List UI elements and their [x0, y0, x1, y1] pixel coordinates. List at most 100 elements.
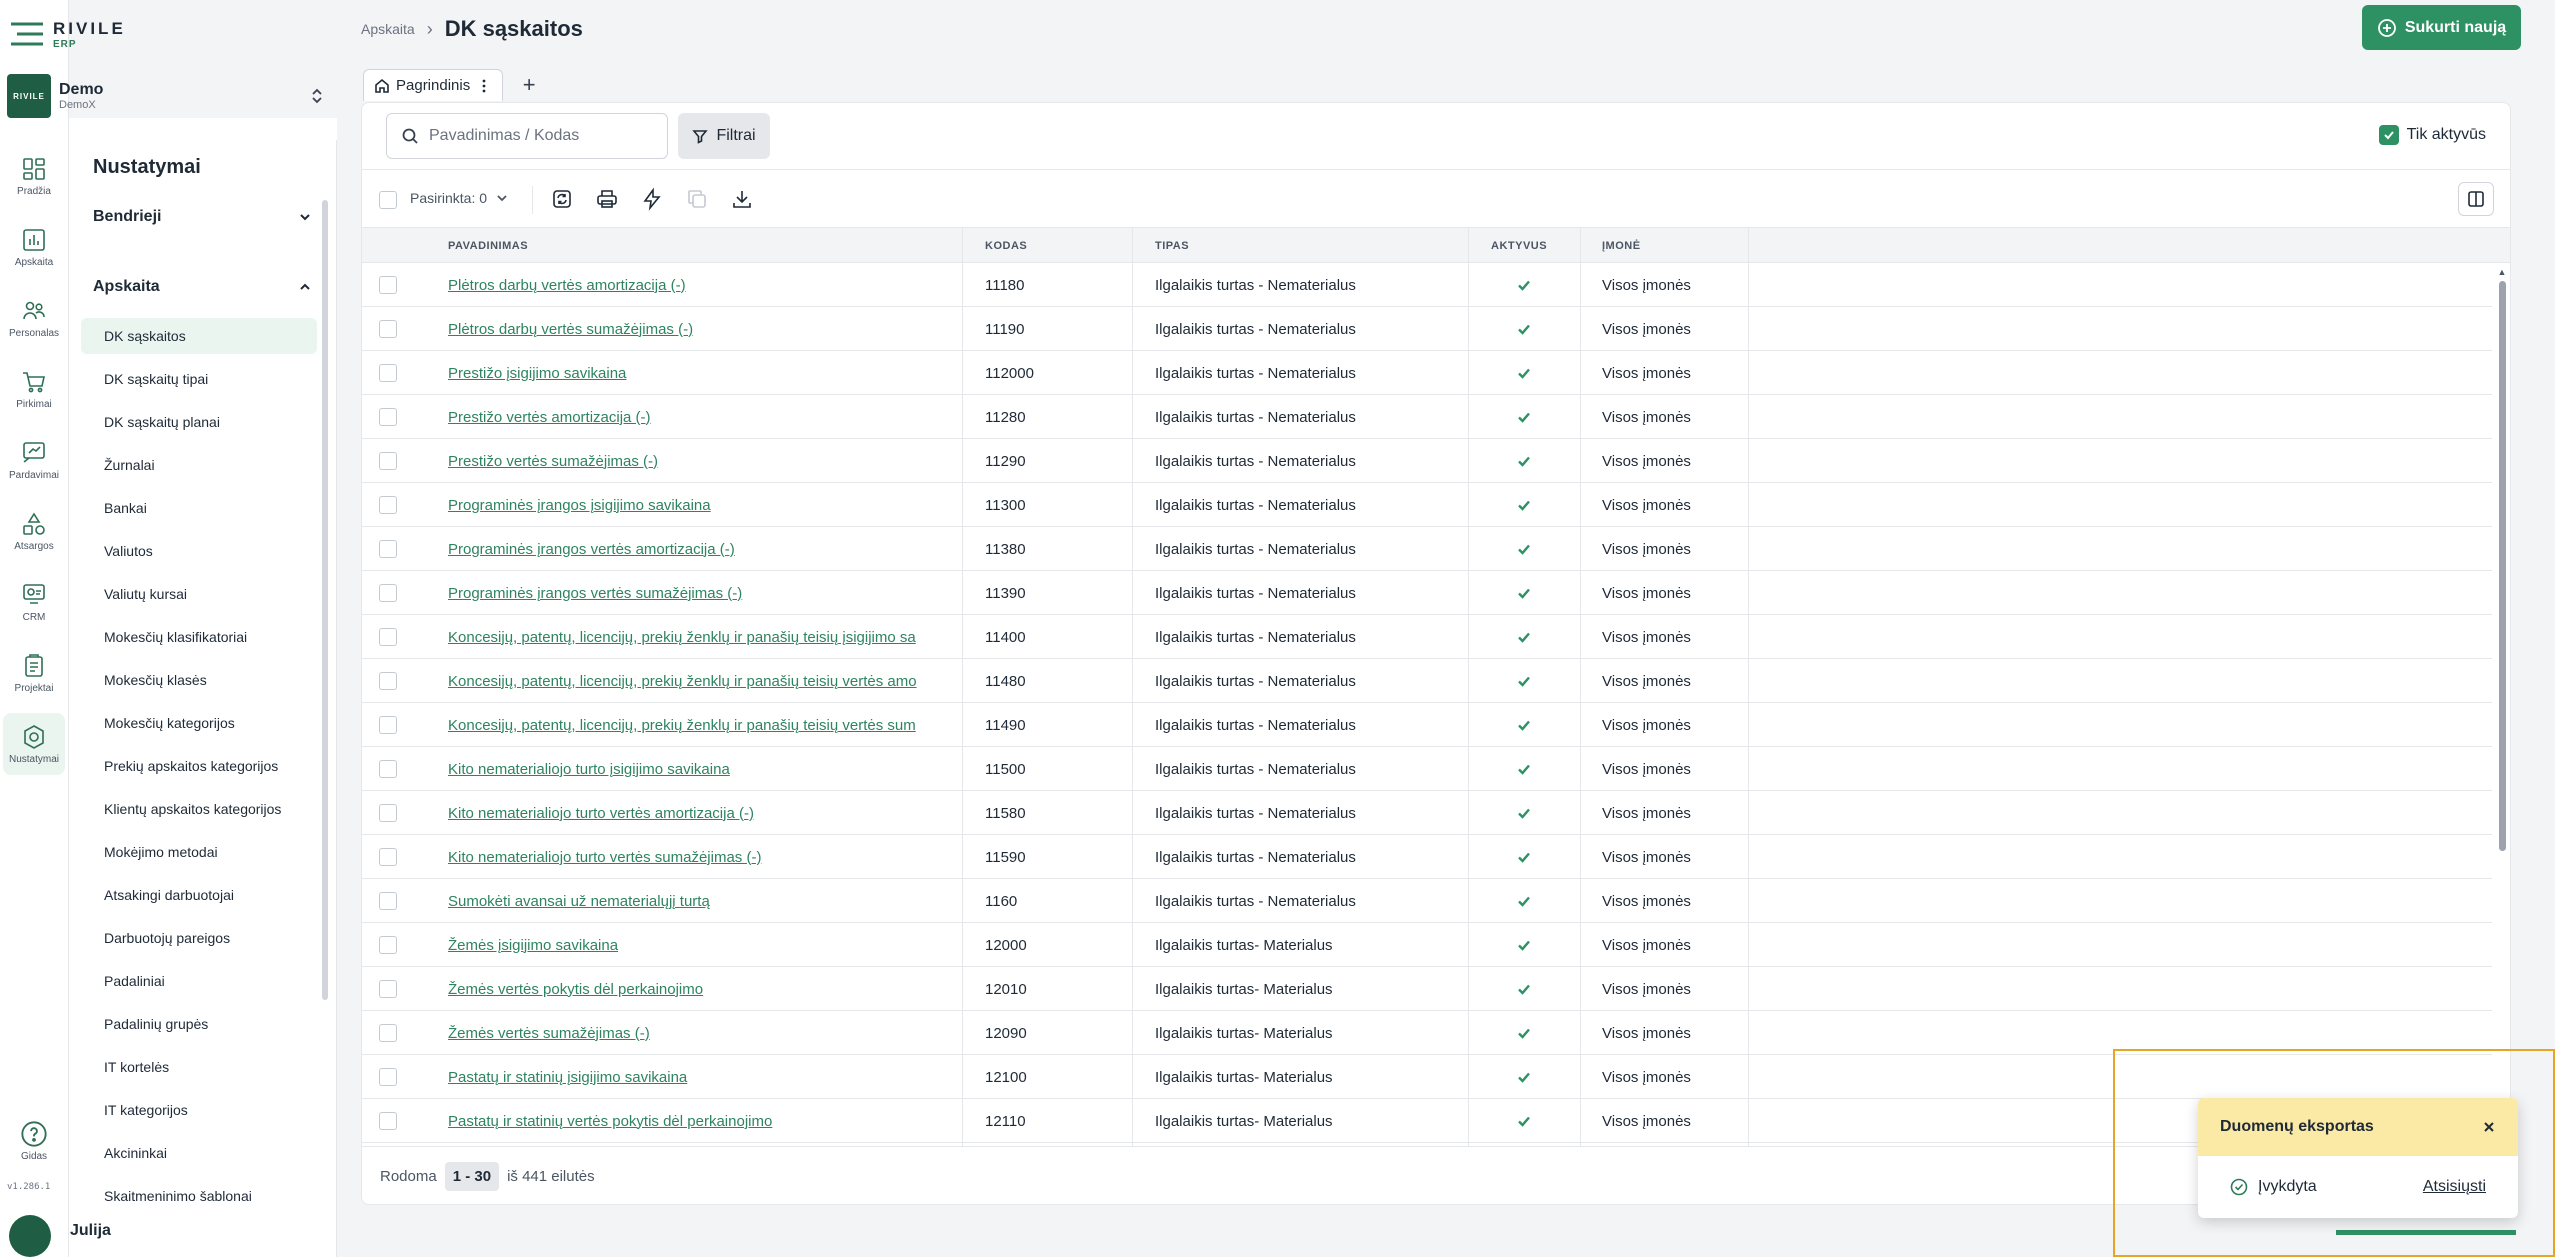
- section-apskaita[interactable]: Apskaita: [93, 272, 313, 302]
- settings-item[interactable]: IT kategorijos: [81, 1092, 317, 1128]
- row-checkbox[interactable]: [379, 320, 397, 338]
- section-bendrieji[interactable]: Bendrieji: [93, 202, 313, 232]
- table-row[interactable]: Žemės įsigijimo savikaina 12000 Ilgalaikis…: [362, 923, 2492, 967]
- user-avatar[interactable]: [9, 1215, 51, 1257]
- table-row[interactable]: Koncesijų, patentų, licencijų, prekių že…: [362, 659, 2492, 703]
- rail-item-help[interactable]: Gidas: [3, 1110, 65, 1172]
- row-checkbox[interactable]: [379, 1024, 397, 1042]
- settings-item[interactable]: Padalinių grupės: [81, 1006, 317, 1042]
- rail-item-crm[interactable]: CRM: [3, 571, 65, 633]
- account-name-link[interactable]: Prestižo vertės sumažėjimas (-): [448, 439, 954, 483]
- rail-item-atsargos[interactable]: Atsargos: [3, 500, 65, 562]
- table-row[interactable]: Koncesijų, patentų, licencijų, prekių že…: [362, 615, 2492, 659]
- settings-item[interactable]: DK sąskaitos: [81, 318, 317, 354]
- scrollbar-thumb[interactable]: [2499, 281, 2506, 851]
- settings-item[interactable]: Žurnalai: [81, 447, 317, 483]
- row-checkbox[interactable]: [379, 760, 397, 778]
- table-row[interactable]: Prestižo įsigijimo savikaina 112000 Ilgala…: [362, 351, 2492, 395]
- search-box[interactable]: [386, 113, 668, 159]
- table-row[interactable]: Programinės įrangos įsigijimo savikaina 1…: [362, 483, 2492, 527]
- company-selector[interactable]: RIVILE Demo DemoX: [7, 74, 327, 118]
- table-row[interactable]: Programinės įrangos vertės amortizacija …: [362, 527, 2492, 571]
- column-header-active[interactable]: AKTYVUS: [1491, 228, 1547, 264]
- row-checkbox[interactable]: [379, 540, 397, 558]
- download-link[interactable]: Atsisiųsti: [2423, 1178, 2486, 1196]
- rail-item-personalas[interactable]: Personalas: [3, 287, 65, 349]
- row-checkbox[interactable]: [379, 980, 397, 998]
- search-input[interactable]: [429, 127, 649, 145]
- table-row[interactable]: Sumokėti avansai už nematerialųjį turtą 1…: [362, 879, 2492, 923]
- row-checkbox[interactable]: [379, 936, 397, 954]
- table-row[interactable]: Prestižo vertės amortizacija (-) 11280 Ilg…: [362, 395, 2492, 439]
- rail-item-apskaita[interactable]: Apskaita: [3, 216, 65, 278]
- rail-item-pardavimai[interactable]: Pardavimai: [3, 429, 65, 491]
- row-checkbox[interactable]: [379, 276, 397, 294]
- account-name-link[interactable]: Kito nematerialiojo turto vertės amortiz…: [448, 791, 954, 835]
- account-name-link[interactable]: Kito nematerialiojo turto įsigijimo savi…: [448, 747, 954, 791]
- menu-icon[interactable]: [7, 16, 47, 52]
- account-name-link[interactable]: Prestižo įsigijimo savikaina: [448, 351, 954, 395]
- settings-item[interactable]: Valiutų kursai: [81, 576, 317, 612]
- settings-scrollbar[interactable]: [322, 200, 328, 1000]
- columns-toggle-button[interactable]: [2458, 182, 2494, 216]
- tab-pagrindinis[interactable]: Pagrindinis: [363, 69, 504, 101]
- settings-item[interactable]: Valiutos: [81, 533, 317, 569]
- account-name-link[interactable]: Kito nematerialiojo turto vertės sumažėj…: [448, 835, 954, 879]
- table-row[interactable]: Prestižo vertės sumažėjimas (-) 11290 Ilga…: [362, 439, 2492, 483]
- account-name-link[interactable]: Koncesijų, patentų, licencijų, prekių že…: [448, 659, 954, 703]
- breadcrumb-parent[interactable]: Apskaita: [361, 21, 415, 37]
- account-name-link[interactable]: Žemės vertės pokytis dėl perkainojimo: [448, 967, 954, 1011]
- settings-item[interactable]: Skaitmeninimo šablonai: [81, 1178, 317, 1214]
- account-name-link[interactable]: Sumokėti avansai už nematerialųjį turtą: [448, 879, 954, 923]
- column-header-type[interactable]: TIPAS: [1155, 228, 1189, 264]
- row-checkbox[interactable]: [379, 1068, 397, 1086]
- row-checkbox[interactable]: [379, 1112, 397, 1130]
- filter-button[interactable]: Filtrai: [678, 113, 770, 159]
- scroll-up-icon[interactable]: ▲: [2497, 267, 2507, 277]
- settings-item[interactable]: Akcininkai: [81, 1135, 317, 1171]
- settings-item[interactable]: Bankai: [81, 490, 317, 526]
- settings-item[interactable]: IT kortelės: [81, 1049, 317, 1085]
- table-row[interactable]: Kito nematerialiojo turto vertės amortiz…: [362, 791, 2492, 835]
- settings-item[interactable]: Klientų apskaitos kategorijos: [81, 791, 317, 827]
- only-active-toggle[interactable]: Tik aktyvūs: [2378, 125, 2486, 145]
- account-name-link[interactable]: Programinės įrangos įsigijimo savikaina: [448, 483, 954, 527]
- settings-item[interactable]: Prekių apskaitos kategorijos: [81, 748, 317, 784]
- row-checkbox[interactable]: [379, 628, 397, 646]
- rail-item-nustatymai[interactable]: Nustatymai: [3, 713, 65, 775]
- column-header-company[interactable]: ĮMONĖ: [1602, 228, 1641, 264]
- refresh-icon[interactable]: [550, 187, 574, 211]
- account-name-link[interactable]: Programinės įrangos vertės sumažėjimas (…: [448, 571, 954, 615]
- account-name-link[interactable]: Pastatų ir statinių vertės pokytis dėl p…: [448, 1099, 954, 1143]
- row-checkbox[interactable]: [379, 496, 397, 514]
- row-checkbox[interactable]: [379, 584, 397, 602]
- brand[interactable]: RIVILE ERP: [7, 16, 126, 52]
- account-name-link[interactable]: Plėtros darbų vertės sumažėjimas (-): [448, 307, 954, 351]
- rail-item-pradžia[interactable]: Pradžia: [3, 145, 65, 207]
- row-checkbox[interactable]: [379, 848, 397, 866]
- row-checkbox[interactable]: [379, 672, 397, 690]
- table-row[interactable]: Plėtros darbų vertės amortizacija (-) 111…: [362, 263, 2492, 307]
- select-all-checkbox[interactable]: [379, 191, 397, 209]
- table-row[interactable]: Plėtros darbų vertės sumažėjimas (-) 1119…: [362, 307, 2492, 351]
- selection-dropdown[interactable]: Pasirinkta: 0: [410, 190, 509, 206]
- column-header-name[interactable]: PAVADINIMAS: [448, 228, 528, 264]
- account-name-link[interactable]: Koncesijų, patentų, licencijų, prekių že…: [448, 615, 954, 659]
- row-checkbox[interactable]: [379, 408, 397, 426]
- pagination-range[interactable]: 1 - 30: [444, 1162, 500, 1191]
- row-checkbox[interactable]: [379, 452, 397, 470]
- settings-item[interactable]: DK sąskaitų planai: [81, 404, 317, 440]
- row-checkbox[interactable]: [379, 892, 397, 910]
- table-row[interactable]: Žemės vertės pokytis dėl perkainojimo 120…: [362, 967, 2492, 1011]
- more-vertical-icon[interactable]: [476, 78, 492, 94]
- user-name[interactable]: Julija: [70, 1222, 111, 1240]
- settings-item[interactable]: DK sąskaitų tipai: [81, 361, 317, 397]
- account-name-link[interactable]: Žemės vertės sumažėjimas (-): [448, 1011, 954, 1055]
- close-icon[interactable]: [2482, 1120, 2496, 1134]
- settings-item[interactable]: Atsakingi darbuotojai: [81, 877, 317, 913]
- print-icon[interactable]: [595, 187, 619, 211]
- column-header-code[interactable]: KODAS: [985, 228, 1027, 264]
- table-row[interactable]: Kito nematerialiojo turto įsigijimo savi…: [362, 747, 2492, 791]
- table-scrollbar[interactable]: ▲: [2497, 263, 2507, 1143]
- rail-item-pirkimai[interactable]: Pirkimai: [3, 358, 65, 420]
